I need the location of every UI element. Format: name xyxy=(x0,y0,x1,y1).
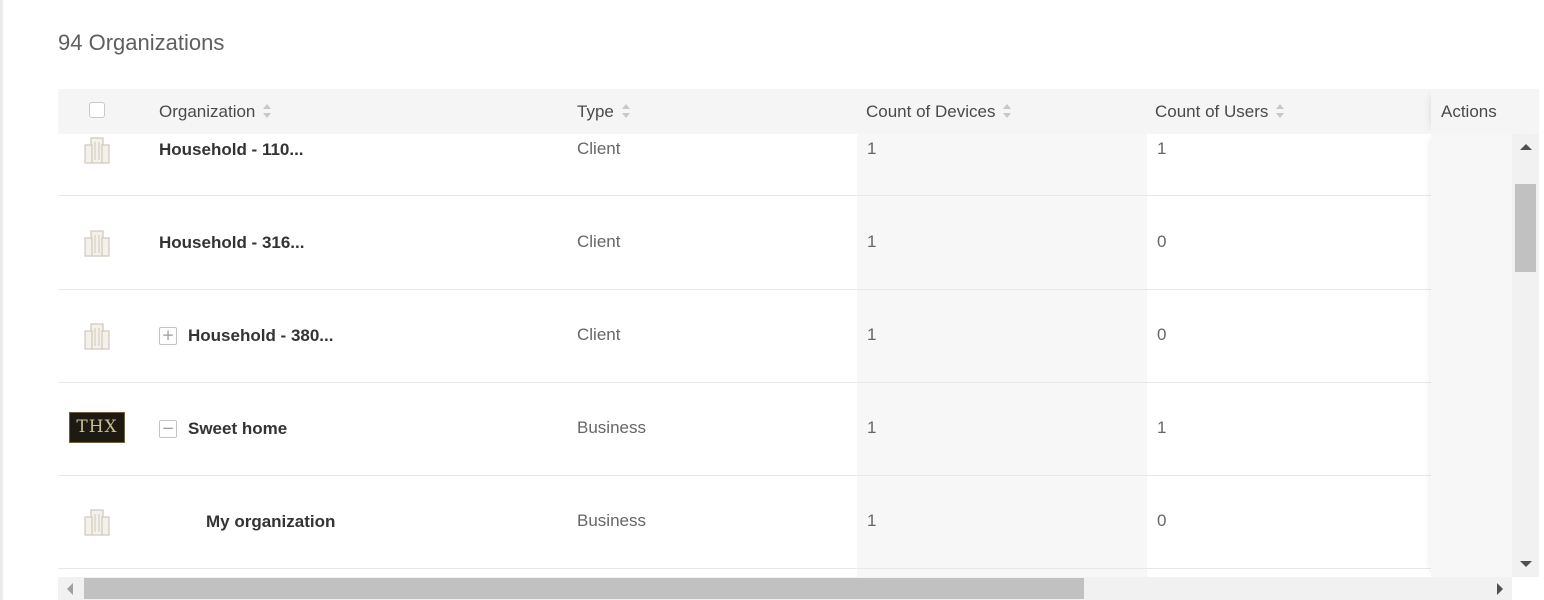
organization-name[interactable]: Sweet home xyxy=(188,419,287,439)
column-header-type[interactable]: Type xyxy=(577,89,630,134)
expand-icon[interactable]: + xyxy=(159,327,177,345)
organization-type: Business xyxy=(577,511,646,530)
column-header-count-of-users[interactable]: Count of Users xyxy=(1155,89,1285,134)
user-count: 0 xyxy=(1157,511,1167,530)
organization-name[interactable]: Household - 380... xyxy=(188,326,333,346)
device-count: 1 xyxy=(867,325,877,344)
building-icon xyxy=(84,137,110,164)
horizontal-scrollbar-thumb[interactable] xyxy=(84,578,1084,599)
collapse-icon[interactable]: − xyxy=(159,420,177,438)
column-header-organization[interactable]: Organization xyxy=(159,89,272,134)
organization-name[interactable]: My organization xyxy=(206,512,335,532)
vertical-scrollbar[interactable] xyxy=(1512,134,1539,577)
building-icon xyxy=(84,509,110,536)
scroll-down-arrow-icon[interactable] xyxy=(1520,561,1532,567)
column-header-count-of-devices[interactable]: Count of Devices xyxy=(866,89,1012,134)
scroll-up-arrow-icon[interactable] xyxy=(1520,144,1532,150)
building-icon xyxy=(84,323,110,350)
column-header-label: Organization xyxy=(159,102,256,121)
sticky-header-backdrop: Organization Type Count of Devices Count… xyxy=(58,89,1539,134)
organization-type: Client xyxy=(577,139,621,158)
column-header-label: Count of Devices xyxy=(866,102,996,121)
user-count: 1 xyxy=(1157,418,1167,437)
device-count: 1 xyxy=(867,511,877,530)
table-row[interactable]: My organization Business 1 0 xyxy=(58,475,1512,569)
sort-icon[interactable] xyxy=(621,104,630,119)
device-count: 1 xyxy=(867,139,877,158)
sort-icon[interactable] xyxy=(263,104,272,119)
column-header-label: Actions xyxy=(1441,102,1497,121)
organization-name[interactable]: Household - 110... xyxy=(159,140,304,160)
organizations-table: Organization Type Count of Devices Count… xyxy=(58,89,1539,600)
column-header-label: Type xyxy=(577,102,614,121)
organization-type: Client xyxy=(577,325,621,344)
horizontal-scrollbar[interactable] xyxy=(58,577,1512,600)
user-count: 0 xyxy=(1157,232,1167,251)
sort-icon[interactable] xyxy=(1003,104,1012,119)
page-title: 94 Organizations xyxy=(58,30,225,55)
scroll-left-arrow-icon[interactable] xyxy=(67,583,73,595)
left-border xyxy=(0,0,3,600)
thx-logo: THX xyxy=(69,412,125,443)
table-row[interactable]: + Household - 380... Client 1 0 xyxy=(58,289,1512,383)
device-count: 1 xyxy=(867,418,877,437)
select-all-checkbox[interactable] xyxy=(89,102,105,118)
sort-icon[interactable] xyxy=(1276,104,1285,119)
actions-column xyxy=(1431,134,1512,577)
user-count: 1 xyxy=(1157,139,1167,158)
vertical-scrollbar-thumb[interactable] xyxy=(1515,184,1536,272)
user-count: 0 xyxy=(1157,325,1167,344)
scroll-right-arrow-icon[interactable] xyxy=(1497,583,1503,595)
organization-type: Client xyxy=(577,232,621,251)
device-count: 1 xyxy=(867,232,877,251)
organization-type: Business xyxy=(577,418,646,437)
column-header-label: Count of Users xyxy=(1155,102,1269,121)
building-icon xyxy=(84,230,110,257)
column-header-actions: Actions xyxy=(1431,89,1539,134)
table-row[interactable]: Household - 316... Client 1 0 xyxy=(58,196,1512,290)
organization-name[interactable]: Household - 316... xyxy=(159,233,304,253)
table-row[interactable]: THX − Sweet home Business 1 1 xyxy=(58,382,1512,476)
